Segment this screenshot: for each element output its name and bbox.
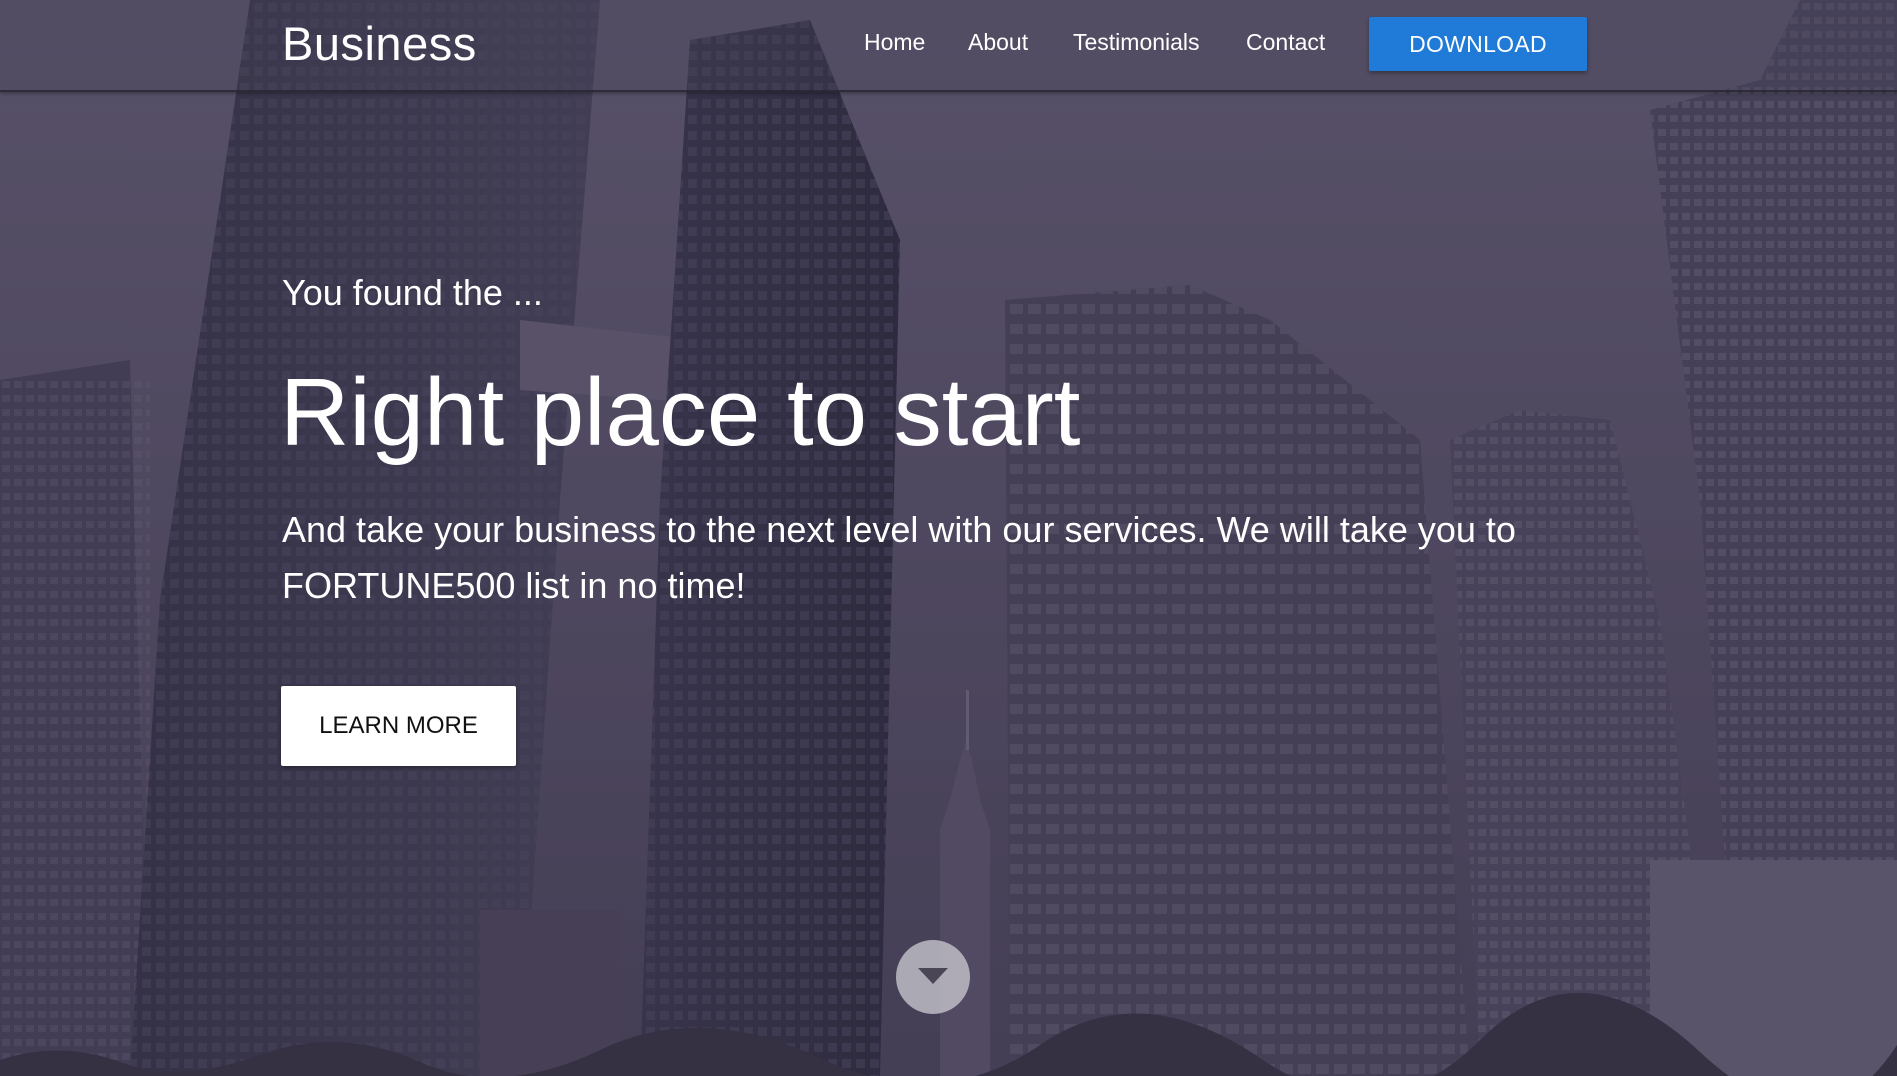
brand-logo[interactable]: Business: [282, 16, 477, 71]
nav-link-about[interactable]: About: [968, 29, 1028, 56]
download-button[interactable]: DOWNLOAD: [1369, 17, 1587, 71]
hero-section: Business Home About Testimonials Contact…: [0, 0, 1897, 1076]
nav-link-testimonials[interactable]: Testimonials: [1073, 29, 1200, 56]
hero-headline: Right place to start: [280, 359, 1081, 466]
hero-eyebrow: You found the ...: [282, 272, 543, 313]
learn-more-button[interactable]: LEARN MORE: [281, 686, 516, 766]
top-navbar: Business Home About Testimonials Contact…: [0, 0, 1897, 92]
scroll-down-button[interactable]: [896, 940, 970, 1014]
hero-subtext: And take your business to the next level…: [282, 509, 1516, 606]
nav-link-contact[interactable]: Contact: [1246, 29, 1325, 56]
chevron-down-icon: [918, 968, 948, 984]
nav-link-home[interactable]: Home: [864, 29, 925, 56]
